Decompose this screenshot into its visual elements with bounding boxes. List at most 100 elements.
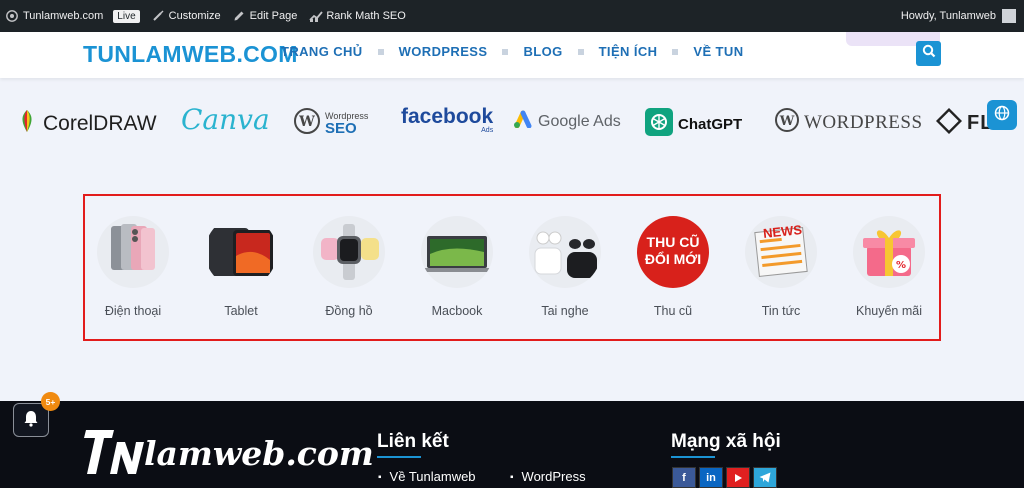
nav-separator — [377, 48, 384, 55]
earbuds-icon — [529, 216, 601, 288]
admin-site-link[interactable]: Tunlamweb.com — [6, 10, 103, 22]
admin-rank-math-link[interactable]: Rank Math SEO — [309, 10, 406, 22]
avatar[interactable] — [1002, 9, 1016, 23]
google-ads-text: Google Ads — [538, 112, 621, 130]
site-header: TUNLAMWEB.COM TRANG CHỦ WORDPRESS BLOG T… — [0, 32, 1024, 78]
telegram-icon[interactable] — [753, 467, 777, 488]
brand-canva[interactable]: Canva — [181, 103, 270, 136]
admin-howdy-text: Howdy, Tunlamweb — [900, 10, 996, 22]
admin-user-menu[interactable]: Howdy, Tunlamweb — [901, 0, 996, 32]
notification-badge: 5+ — [41, 392, 60, 411]
facebook-ads-text: Ads — [481, 127, 494, 134]
trade-in-badge-top: THU CŨ — [646, 234, 700, 250]
brand-coreldraw[interactable]: CorelDRAW — [16, 108, 157, 139]
admin-customize-label: Customize — [168, 10, 221, 22]
category-item-trade-in[interactable]: THU CŨ ĐỔI MỚI Thu cũ — [619, 216, 727, 318]
brand-google-ads[interactable]: Google Ads — [513, 110, 621, 133]
facebook-text: facebook — [401, 105, 494, 128]
brand-flash[interactable]: FL — [935, 107, 993, 139]
news-icon: NEWS — [745, 216, 817, 288]
category-item-watch[interactable]: Đồng hồ — [295, 216, 403, 318]
phone-icon — [97, 216, 169, 288]
admin-edit-page-label: Edit Page — [249, 10, 298, 22]
category-label: Tai nghe — [541, 304, 589, 318]
footer-link-about[interactable]: Về Tunlamweb — [378, 469, 476, 484]
main-nav: TRANG CHỦ WORDPRESS BLOG TIỆN ÍCH VỀ TUN — [276, 44, 748, 59]
chatgpt-icon — [645, 108, 673, 141]
linkedin-icon[interactable]: in — [699, 467, 723, 488]
wordpress-logo-icon: W — [775, 108, 799, 137]
category-item-promo[interactable]: % Khuyến mãi — [835, 216, 943, 318]
brand-wordpress-seo[interactable]: W Wordpress SEO — [294, 108, 368, 139]
wp-admin-bar: Tunlamweb.com Live Customize Edit Page R… — [0, 0, 1024, 32]
footer-social-heading-text: Mạng xã hội — [671, 431, 781, 452]
wordpress-logo-icon: W — [294, 108, 320, 139]
google-ads-icon — [513, 110, 533, 133]
category-label: Tin tức — [761, 304, 801, 318]
trade-in-badge-bottom: ĐỔI MỚI — [644, 251, 702, 267]
brand-facebook-ads[interactable]: facebook Ads — [401, 106, 493, 134]
canva-text: Canva — [181, 103, 270, 136]
gift-icon: % — [853, 216, 925, 288]
bell-icon — [23, 409, 39, 432]
category-label: Đồng hồ — [325, 304, 373, 318]
wp-seo-bottom-text: SEO — [325, 119, 357, 137]
tablet-icon — [205, 216, 277, 288]
admin-customize-link[interactable]: Customize — [152, 10, 221, 22]
category-item-tablet[interactable]: Tablet — [187, 216, 295, 318]
svg-text:%: % — [896, 260, 906, 271]
category-label: Điện thoại — [104, 304, 162, 318]
nav-item-wordpress[interactable]: WORDPRESS — [394, 44, 493, 59]
brand-wordpress[interactable]: W WORDPRESS — [775, 108, 923, 137]
coreldraw-text: CorelDRAW — [43, 111, 157, 135]
nav-item-about[interactable]: VỀ TUN — [688, 44, 748, 59]
admin-site-name: Tunlamweb.com — [23, 10, 104, 22]
site-logo[interactable]: TUNLAMWEB.COM — [83, 41, 298, 68]
footer-links-heading-text: Liên kết — [377, 431, 449, 452]
footer-link-wordpress[interactable]: WordPress — [510, 469, 586, 484]
chatgpt-text: ChatGPT — [678, 116, 743, 133]
category-label: Tablet — [224, 304, 258, 318]
coreldraw-logo-icon — [16, 108, 38, 139]
site-home-icon — [6, 10, 18, 22]
brand-chatgpt[interactable]: ChatGPT — [645, 108, 742, 141]
nav-separator — [502, 48, 509, 55]
youtube-icon[interactable] — [726, 467, 750, 488]
brush-icon — [152, 10, 164, 22]
live-badge: Live — [113, 9, 140, 23]
rank-math-icon — [309, 10, 324, 22]
nav-item-tools[interactable]: TIỆN ÍCH — [594, 44, 663, 59]
footer-logo-text: lamweb.com — [144, 434, 374, 473]
facebook-icon[interactable]: f — [672, 467, 696, 488]
admin-edit-page-link[interactable]: Edit Page — [233, 10, 298, 22]
pencil-icon — [233, 10, 245, 22]
category-item-news[interactable]: NEWS Tin tức — [727, 216, 835, 318]
svg-text:W: W — [298, 114, 315, 130]
brand-logos-strip: CorelDRAW Canva W Wordpress SEO facebook… — [0, 98, 1024, 148]
watch-icon — [313, 216, 385, 288]
category-label: Macbook — [431, 304, 483, 318]
globe-icon — [994, 105, 1010, 126]
footer-logo[interactable]: lamweb.com — [84, 426, 374, 483]
category-box: Điện thoại Tablet Đồng hồ Macbook Tai ng… — [83, 194, 941, 341]
language-button[interactable] — [987, 100, 1017, 130]
wordpress-text: WORDPRESS — [804, 111, 923, 133]
nav-item-home[interactable]: TRANG CHỦ — [276, 44, 368, 59]
category-item-macbook[interactable]: Macbook — [403, 216, 511, 318]
category-item-phone[interactable]: Điện thoại — [79, 216, 187, 318]
category-label: Thu cũ — [653, 304, 693, 318]
search-icon — [922, 44, 936, 63]
category-item-earbuds[interactable]: Tai nghe — [511, 216, 619, 318]
heading-underline — [671, 456, 715, 458]
category-label: Khuyến mãi — [855, 304, 922, 318]
footer-links-heading: Liên kết — [377, 431, 449, 458]
svg-text:W: W — [779, 114, 795, 129]
footer-social-heading: Mạng xã hội — [671, 431, 781, 458]
nav-item-blog[interactable]: BLOG — [518, 44, 567, 59]
trade-in-icon: THU CŨ ĐỔI MỚI — [637, 216, 709, 288]
nav-separator — [577, 48, 584, 55]
laptop-icon — [421, 216, 493, 288]
search-button[interactable] — [916, 41, 941, 66]
flash-logo-icon — [935, 107, 963, 139]
nav-separator — [672, 48, 679, 55]
